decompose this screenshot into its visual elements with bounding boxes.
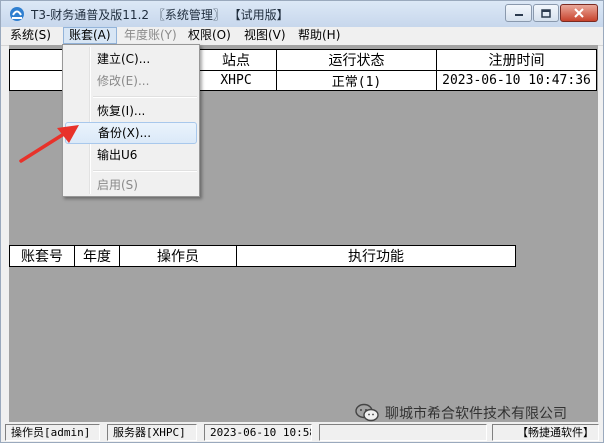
status-operator: 操作员[admin] <box>5 424 100 441</box>
main-window: T3-财务通普及版11.2 〖系统管理〗 【试用版】 系统(S) 账套(A) 年… <box>0 0 604 443</box>
column-header[interactable]: 年度 <box>74 245 120 267</box>
table-cell: 2023-06-10 10:47:36 <box>436 70 597 91</box>
watermark-text: 聊城市希合软件技术有限公司 <box>385 406 567 422</box>
wechat-icon <box>355 403 379 422</box>
column-header[interactable]: 运行状态 <box>276 49 437 71</box>
menu-system[interactable]: 系统(S) <box>5 27 56 44</box>
menu-item-restore[interactable]: 恢复(I)... <box>65 100 197 122</box>
menu-annual-account[interactable]: 年度账(Y) <box>119 27 182 44</box>
title-bar: T3-财务通普及版11.2 〖系统管理〗 【试用版】 <box>1 1 603 27</box>
status-empty <box>319 424 487 441</box>
maximize-icon <box>541 8 551 18</box>
minimize-button[interactable] <box>505 4 532 22</box>
red-arrow-annotation <box>19 125 79 163</box>
column-header[interactable]: 执行功能 <box>236 245 516 267</box>
minimize-icon <box>514 14 523 16</box>
menu-permissions[interactable]: 权限(O) <box>183 27 236 44</box>
column-header[interactable]: 注册时间 <box>436 49 597 71</box>
status-datetime: 2023-06-10 10:58 <box>204 424 312 441</box>
maximize-button[interactable] <box>533 4 559 22</box>
menu-item-enable[interactable]: 启用(S) <box>65 174 197 196</box>
table-cell: XHPC <box>195 70 277 91</box>
task-log-table: 账套号 年度 操作员 执行功能 <box>9 245 516 267</box>
status-bar: 操作员[admin] 服务器[XHPC] 2023-06-10 10:58 【畅… <box>1 422 603 442</box>
menu-item-export-u6[interactable]: 输出U6 <box>65 144 197 166</box>
close-icon <box>574 8 584 18</box>
table-header-row: 账套号 年度 操作员 执行功能 <box>9 245 516 267</box>
watermark: 聊城市希合软件技术有限公司 <box>355 402 567 424</box>
menu-separator <box>93 170 197 172</box>
app-logo-icon <box>10 7 24 21</box>
status-product: 【畅捷通软件】 <box>492 424 599 441</box>
column-header[interactable]: 站点 <box>195 49 277 71</box>
account-set-dropdown: 建立(C)... 修改(E)... 恢复(I)... 备份(X)... 输出U6… <box>62 44 200 197</box>
menu-item-modify[interactable]: 修改(E)... <box>65 70 197 92</box>
close-button[interactable] <box>560 4 598 22</box>
menu-account-set[interactable]: 账套(A) <box>63 27 117 44</box>
column-header[interactable]: 账套号 <box>9 245 75 267</box>
window-title: T3-财务通普及版11.2 〖系统管理〗 【试用版】 <box>31 8 289 22</box>
menu-item-create[interactable]: 建立(C)... <box>65 48 197 70</box>
table-cell: 正常(1) <box>276 70 437 91</box>
column-header[interactable]: 操作员 <box>119 245 237 267</box>
menu-separator <box>93 96 197 98</box>
menu-view[interactable]: 视图(V) <box>239 27 291 44</box>
status-server: 服务器[XHPC] <box>107 424 197 441</box>
menu-item-backup[interactable]: 备份(X)... <box>65 122 197 144</box>
menu-help[interactable]: 帮助(H) <box>293 27 345 44</box>
